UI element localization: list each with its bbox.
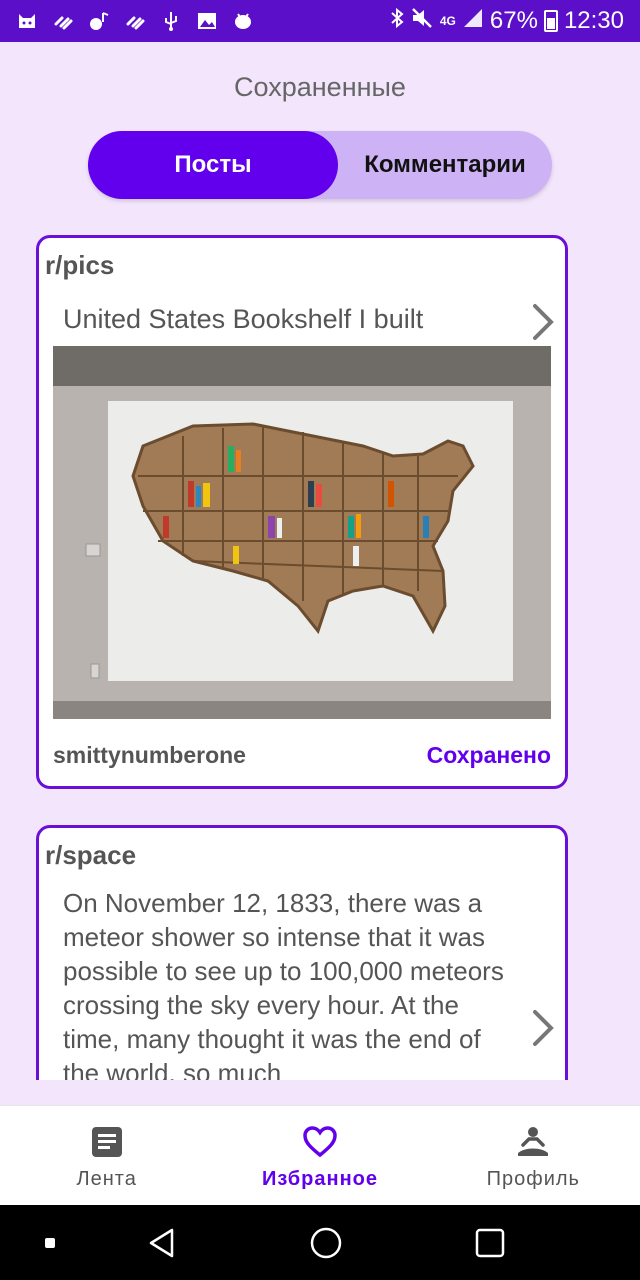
nav-favorites[interactable]: Избранное — [213, 1106, 426, 1205]
home-icon[interactable] — [308, 1225, 344, 1261]
tab-comments[interactable]: Комментарии — [338, 131, 552, 199]
chevron-right-icon[interactable] — [529, 1008, 557, 1048]
mute-icon — [410, 7, 434, 36]
image-icon — [196, 10, 218, 32]
post-title[interactable]: United States Bookshelf I built — [63, 304, 423, 335]
notification-icons — [16, 10, 254, 32]
heart-icon — [302, 1124, 338, 1160]
bottom-navigation: Лента Избранное Профиль — [0, 1105, 640, 1205]
signal-icon — [462, 7, 484, 36]
clock: 12:30 — [563, 7, 624, 34]
post-author[interactable]: smittynumberone — [53, 742, 246, 769]
android-debug-icon — [232, 10, 254, 32]
meditation-person-icon — [515, 1124, 551, 1160]
usb-icon — [160, 10, 182, 32]
music-bluetooth-icon — [88, 10, 110, 32]
page-title: Сохраненные — [234, 72, 406, 102]
battery-percent: 67% — [489, 7, 538, 34]
post-card[interactable]: r/space On November 12, 1833, there was … — [36, 825, 568, 1080]
nav-favorites-label: Избранное — [261, 1168, 378, 1190]
back-icon[interactable] — [144, 1225, 180, 1261]
post-text[interactable]: On November 12, 1833, there was a meteor… — [63, 886, 513, 1080]
chevron-right-icon[interactable] — [529, 302, 557, 342]
nav-feed-label: Лента — [76, 1168, 137, 1190]
nav-profile-label: Профиль — [486, 1168, 580, 1190]
system-status: 4G 67% 12:30 — [390, 7, 624, 36]
recents-icon[interactable] — [472, 1225, 508, 1261]
nav-feed[interactable]: Лента — [0, 1106, 213, 1205]
post-card[interactable]: r/pics United States Bookshelf I built s… — [36, 235, 568, 789]
saved-button[interactable]: Сохранено — [427, 742, 551, 769]
network-type-label: 4G — [439, 14, 456, 28]
bluetooth-icon — [390, 7, 404, 36]
keyboard-dot-icon[interactable] — [32, 1225, 68, 1261]
system-navigation-bar — [0, 1205, 640, 1280]
link-app-icon-2 — [124, 10, 146, 32]
status-bar: 4G 67% 12:30 — [0, 0, 640, 42]
post-image[interactable] — [53, 346, 551, 719]
saved-type-tabs: Посты Комментарии — [88, 131, 552, 199]
cat-app-icon — [16, 10, 38, 32]
article-icon — [89, 1124, 125, 1160]
nav-profile[interactable]: Профиль — [427, 1106, 640, 1205]
link-app-icon — [52, 10, 74, 32]
subreddit-name[interactable]: r/space — [45, 840, 136, 871]
tab-posts[interactable]: Посты — [88, 131, 338, 199]
subreddit-name[interactable]: r/pics — [45, 250, 114, 281]
saved-posts-list[interactable]: r/pics United States Bookshelf I built s… — [0, 232, 640, 1080]
battery-icon — [543, 10, 558, 32]
